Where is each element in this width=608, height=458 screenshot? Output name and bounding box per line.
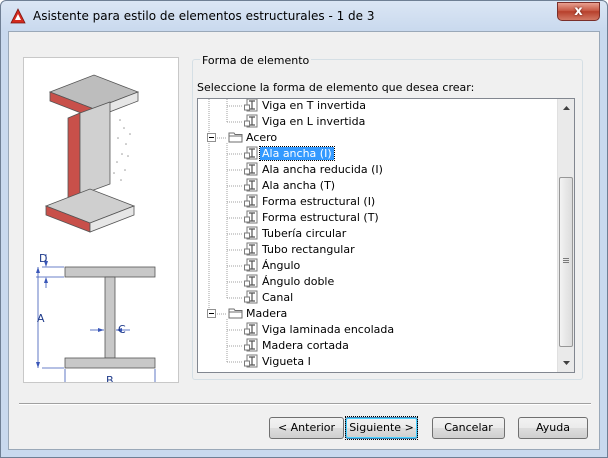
tree-node-label: Ala ancha (T) [262,179,336,192]
scrollbar-thumb[interactable] [559,177,573,347]
structural-shape-icon [244,226,258,240]
tree-shape-node[interactable]: Viga en L invertida [244,114,367,130]
structural-shape-icon [244,194,258,208]
tree-node-label: Vigueta I [262,355,311,368]
autocad-app-icon [10,8,26,24]
tree-node-label: Viga en L invertida [262,115,366,128]
tree-shape-node[interactable]: Forma estructural (I) [244,194,377,210]
back-button[interactable]: < Anterior [269,417,344,439]
folder-open-icon [228,132,243,143]
structural-shape-icon [244,210,258,224]
tree-scrollbar[interactable] [557,99,574,372]
tree-shape-node[interactable]: Ala ancha (T) [244,178,337,194]
structural-shape-icon [244,290,258,304]
tree-node-label: Viga en T invertida [262,99,366,112]
tree-node-label: Madera cortada [262,339,349,352]
help-button[interactable]: Ayuda [518,417,588,439]
button-divider [19,403,591,405]
tree-shape-node[interactable]: Vigueta I [244,354,313,370]
dialog-body: D A C B Forma de elemento Seleccione la … [8,31,600,450]
structural-shape-icon [244,178,258,192]
collapse-toggle-icon[interactable] [207,309,216,318]
tree-shape-node[interactable]: Ala ancha reducida (I) [244,162,385,178]
tree-node-label: Forma estructural (I) [262,195,376,208]
groupbox-legend: Forma de elemento [200,54,312,67]
structural-shape-icon [244,242,258,256]
structural-shape-icon [244,274,258,288]
structural-shape-icon [244,258,258,272]
tree-node-label: Forma estructural (T) [262,211,379,224]
tree-shape-node[interactable]: Ángulo [244,258,302,274]
structural-shape-icon [244,162,258,176]
shape-prompt: Seleccione la forma de elemento que dese… [197,81,475,94]
collapse-toggle-icon[interactable] [207,133,216,142]
tree-shape-node[interactable]: Viga en T invertida [244,99,368,114]
close-icon: x [574,4,583,19]
tree-shape-node[interactable]: Canal [244,290,295,306]
tree-node-label: Madera [246,307,288,320]
tree-shape-node[interactable]: Forma estructural (T) [244,210,381,226]
close-button[interactable]: x [557,2,600,21]
next-button[interactable]: Siguiente > [345,416,418,440]
dim-label-c: C [118,323,126,336]
tree-folder-node[interactable]: Acero [207,130,279,146]
tree-node-label: Viga laminada encolada [262,323,395,336]
structural-shape-icon [244,114,258,128]
tree-shape-node[interactable]: Tubería circular [244,226,348,242]
structural-shape-icon [244,99,258,112]
tree-node-label: Canal [262,291,294,304]
structural-shape-icon [244,322,258,336]
tree-folder-node[interactable]: Madera [207,306,289,322]
tree-node-label: Ángulo doble [262,275,335,288]
shape-tree-view[interactable]: Viga en T invertida Viga en L invertida Ac… [197,98,575,373]
structural-shape-icon [244,146,258,160]
structural-shape-icon [244,338,258,352]
wide-flange-preview-image: D A C B [36,74,156,393]
tree-node-label: Tubería circular [262,227,347,240]
window-title: Asistente para estilo de elementos estru… [33,9,375,23]
tree-shape-node[interactable]: Ángulo doble [244,274,336,290]
structural-shape-icon [244,354,258,368]
scroll-up-arrow-icon[interactable] [559,100,574,116]
scroll-down-arrow-icon[interactable] [559,355,574,371]
title-bar[interactable]: Asistente para estilo de elementos estru… [1,1,607,31]
tree-node-label: Ángulo [262,259,301,272]
cancel-button[interactable]: Cancelar [432,417,505,439]
tree-shape-node[interactable]: Madera cortada [244,338,351,354]
tree-node-label: Acero [246,131,278,144]
tree-node-label: Ala ancha reducida (I) [262,163,383,176]
dim-label-d: D [39,252,47,265]
wizard-window: Asistente para estilo de elementos estru… [0,0,608,458]
tree-shape-node[interactable]: Ala ancha (I) [244,146,335,162]
tree-node-label: Tubo rectangular [262,243,355,256]
dim-label-b: B [106,374,114,382]
tree-shape-node[interactable]: Tubo rectangular [244,242,357,258]
tree-node-label: Ala ancha (I) [259,146,335,161]
dim-label-a: A [37,312,45,325]
shape-preview-panel: D A C B [23,57,179,393]
folder-open-icon [228,308,243,319]
tree-shape-node[interactable]: Viga laminada encolada [244,322,396,338]
